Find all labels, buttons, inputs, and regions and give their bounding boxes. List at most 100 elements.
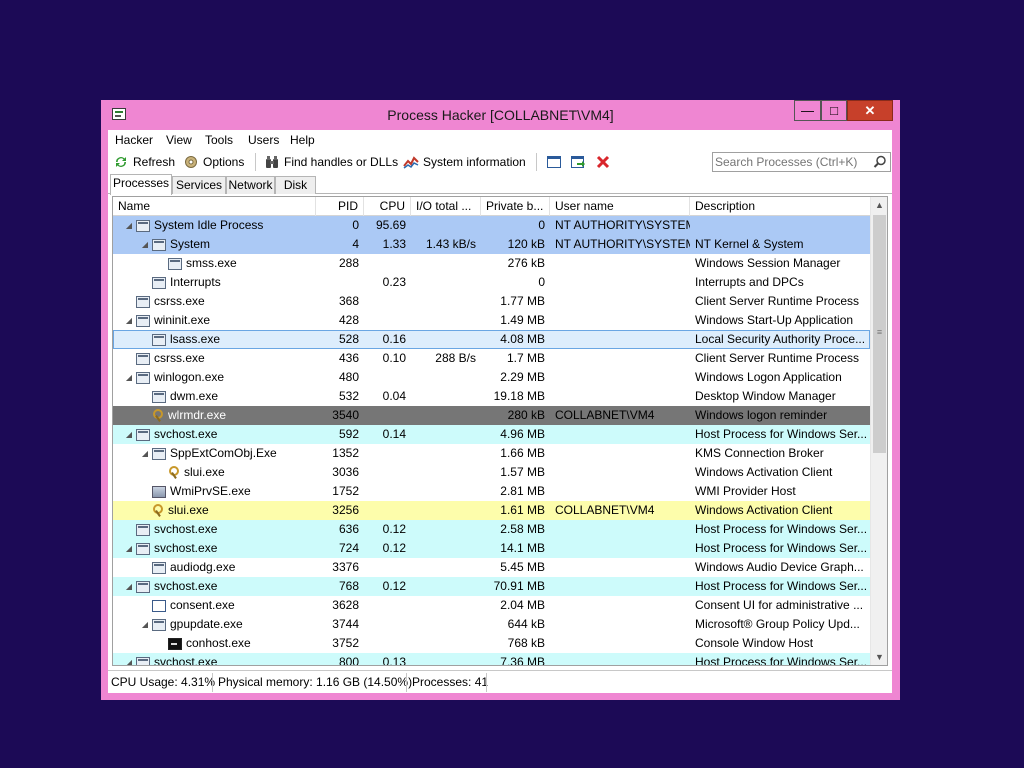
column-header-io-total[interactable]: I/O total ...	[411, 197, 481, 216]
collapse-arrow-icon[interactable]: ◢	[124, 425, 134, 444]
process-io-total	[411, 273, 481, 292]
process-private-bytes: 1.66 MB	[500, 446, 545, 460]
window-icon	[136, 295, 150, 308]
find-handles-label: Find handles or DLLs	[284, 155, 399, 169]
process-row[interactable]: ◢ System 4 1.33 1.43 kB/s 120 kB NT AUTHORITY\…	[113, 235, 870, 254]
process-row[interactable]: ◢ svchost.exe 592 0.14 4.96 MB Host Process f…	[113, 425, 870, 444]
process-pid: 368	[338, 294, 359, 308]
search-box[interactable]	[712, 152, 891, 172]
minimize-button[interactable]: —	[794, 100, 821, 121]
process-row[interactable]: svchost.exe 636 0.12 2.58 MB Host Process fo…	[113, 520, 870, 539]
collapse-arrow-icon[interactable]: ◢	[124, 311, 134, 330]
binoculars-icon	[264, 154, 280, 170]
process-row[interactable]: smss.exe 288 276 kB Windows Session Manager	[113, 254, 870, 273]
refresh-button[interactable]: Refresh	[113, 153, 175, 171]
column-header-name[interactable]: Name	[113, 197, 316, 216]
process-row[interactable]: lsass.exe 528 0.16 4.08 MB Local Security Au…	[113, 330, 870, 349]
process-row[interactable]: slui.exe 3256 1.61 MB COLLABNET\VM4 Windows …	[113, 501, 870, 520]
system-information-button[interactable]: System information	[403, 153, 526, 171]
column-header-description[interactable]: Description	[690, 197, 870, 216]
menu-users[interactable]: Users	[248, 133, 279, 147]
terminate-process-button[interactable]	[595, 153, 611, 171]
process-pid: 3256	[332, 503, 359, 517]
collapse-arrow-icon[interactable]: ◢	[140, 444, 150, 463]
maximize-button[interactable]: □	[821, 100, 847, 121]
process-row[interactable]: ◢ svchost.exe 768 0.12 70.91 MB Host Process …	[113, 577, 870, 596]
process-row[interactable]: Interrupts 0.23 0 Interrupts and DPCs	[113, 273, 870, 292]
collapse-arrow-icon[interactable]: ◢	[140, 235, 150, 254]
process-cpu	[364, 463, 411, 482]
process-row[interactable]: slui.exe 3036 1.57 MB Windows Activation Cl…	[113, 463, 870, 482]
process-row[interactable]: ◢ wininit.exe 428 1.49 MB Windows Start-Up A…	[113, 311, 870, 330]
column-header-pid[interactable]: PID	[316, 197, 364, 216]
vertical-scrollbar[interactable]: ▲ ≡ ▼	[870, 197, 887, 665]
process-pid: 480	[338, 370, 359, 384]
process-name: svchost.exe	[154, 522, 218, 536]
process-description: WMI Provider Host	[695, 484, 796, 498]
process-pid: 436	[338, 351, 359, 365]
close-button[interactable]: ✕	[847, 100, 893, 121]
process-name-cell: consent.exe	[113, 596, 316, 615]
process-row[interactable]: WmiPrvSE.exe 1752 2.81 MB WMI Provider Host	[113, 482, 870, 501]
process-pid: 724	[338, 541, 359, 555]
process-user-name: COLLABNET\VM4	[555, 408, 655, 422]
process-name-cell: svchost.exe	[113, 520, 316, 539]
tab-network[interactable]: Network	[226, 176, 275, 194]
process-row[interactable]: ◢ svchost.exe 724 0.12 14.1 MB Host Process f…	[113, 539, 870, 558]
column-header-private-bytes[interactable]: Private b...	[481, 197, 550, 216]
process-description	[690, 216, 870, 235]
column-header-cpu[interactable]: CPU	[364, 197, 411, 216]
tab-services[interactable]: Services	[172, 176, 226, 194]
process-cpu: 0.14	[382, 427, 406, 441]
tab-disk[interactable]: Disk	[275, 176, 316, 194]
find-handles-button[interactable]: Find handles or DLLs	[264, 153, 398, 171]
process-name-content: consent.exe	[118, 596, 311, 615]
process-row[interactable]: csrss.exe 368 1.77 MB Client Server Runtime…	[113, 292, 870, 311]
process-private-bytes: 5.45 MB	[500, 560, 545, 574]
process-row[interactable]: audiodg.exe 3376 5.45 MB Windows Audio Devi…	[113, 558, 870, 577]
show-window-button[interactable]	[546, 153, 562, 171]
process-name-content: csrss.exe	[118, 349, 311, 368]
window-icon	[152, 618, 166, 631]
process-row[interactable]: ◢ System Idle Process 0 95.69 0 NT AUTHORITY\…	[113, 216, 870, 235]
process-row[interactable]: ◢ winlogon.exe 480 2.29 MB Windows Logon App…	[113, 368, 870, 387]
system-information-label: System information	[423, 155, 526, 169]
menu-view[interactable]: View	[166, 133, 192, 147]
process-io-total	[411, 311, 481, 330]
collapse-arrow-icon[interactable]: ◢	[124, 539, 134, 558]
process-row[interactable]: dwm.exe 532 0.04 19.18 MB Desktop Window Man…	[113, 387, 870, 406]
process-name: SppExtComObj.Exe	[170, 446, 277, 460]
process-private-bytes: 644 kB	[507, 617, 545, 631]
process-row[interactable]: csrss.exe 436 0.10 288 B/s 1.7 MB Client Serv…	[113, 349, 870, 368]
process-row[interactable]: consent.exe 3628 2.04 MB Consent UI for adm…	[113, 596, 870, 615]
collapse-arrow-icon[interactable]: ◢	[124, 653, 134, 665]
tab-processes[interactable]: Processes	[110, 174, 172, 195]
menu-help[interactable]: Help	[290, 133, 315, 147]
menu-tools[interactable]: Tools	[205, 133, 233, 147]
collapse-arrow-icon[interactable]: ◢	[140, 615, 150, 634]
process-tree[interactable]: Name PID CPU I/O total ... Private b... …	[112, 196, 888, 666]
collapse-arrow-icon[interactable]: ◢	[124, 216, 134, 235]
process-row[interactable]: ◢ gpupdate.exe 3744 644 kB Microsoft® Group …	[113, 615, 870, 634]
title-bar[interactable]: Process Hacker [COLLABNET\VM4] — □ ✕	[101, 100, 900, 130]
scroll-down-icon[interactable]: ▼	[871, 649, 887, 665]
options-button[interactable]: Options	[183, 153, 244, 171]
search-icon[interactable]	[873, 155, 887, 169]
process-row[interactable]: ◢ SppExtComObj.Exe 1352 1.66 MB KMS Connecti…	[113, 444, 870, 463]
process-cpu: 0.13	[382, 655, 406, 666]
scroll-up-icon[interactable]: ▲	[871, 197, 887, 213]
process-row[interactable]: ◢ svchost.exe 800 0.13 7.36 MB Host Process f…	[113, 653, 870, 666]
process-row[interactable]: wlrmdr.exe 3540 280 kB COLLABNET\VM4 Windows…	[113, 406, 870, 425]
search-input[interactable]	[715, 154, 870, 170]
process-name: System	[170, 237, 211, 251]
menu-hacker[interactable]: Hacker	[115, 133, 153, 147]
collapse-arrow-icon[interactable]: ◢	[124, 368, 134, 387]
process-io-total	[411, 387, 481, 406]
process-name-content: slui.exe	[118, 501, 311, 520]
process-description: Windows Activation Client	[695, 465, 833, 479]
process-row[interactable]: conhost.exe 3752 768 kB Console Window Host	[113, 634, 870, 653]
toolbar-separator	[536, 153, 537, 171]
collapse-arrow-icon[interactable]: ◢	[124, 577, 134, 596]
go-to-process-button[interactable]	[570, 153, 586, 171]
column-header-user-name[interactable]: User name	[550, 197, 690, 216]
